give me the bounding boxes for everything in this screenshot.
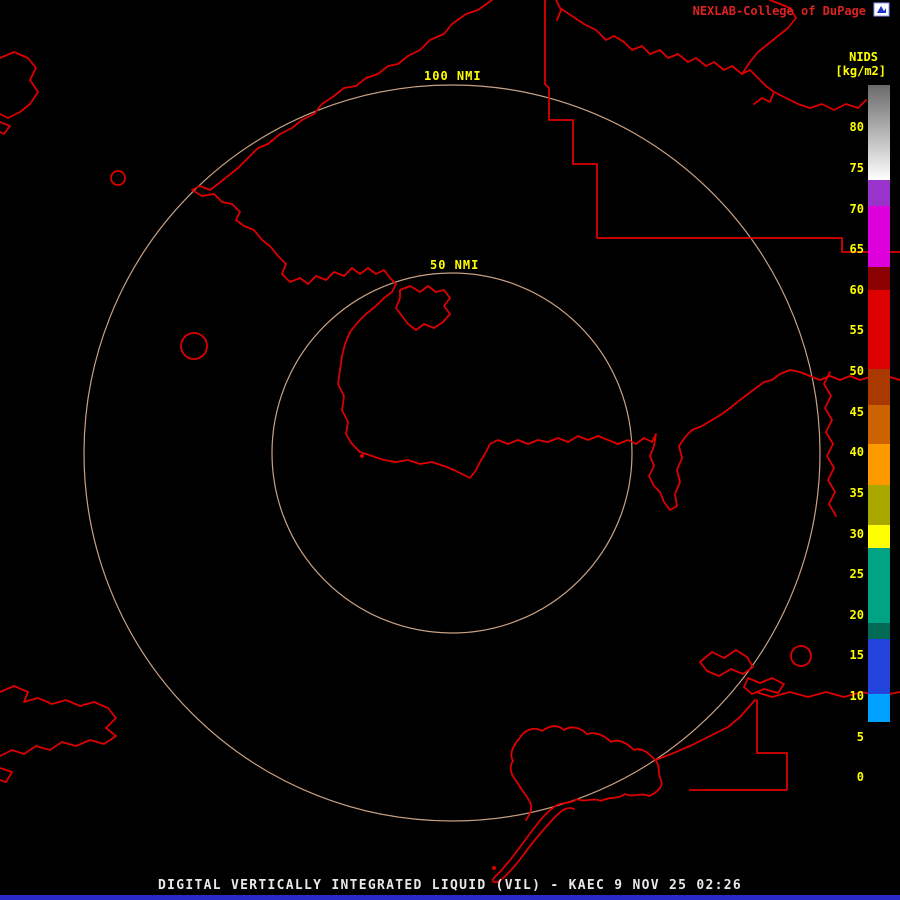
colorbar-tick-label: 10 xyxy=(849,689,864,703)
bottom-blue-bar xyxy=(0,895,900,900)
delta-northeast-shore xyxy=(654,699,756,761)
colorbar-tick-label: 0 xyxy=(856,770,864,785)
colorbar xyxy=(868,85,890,793)
colorbar-segment xyxy=(868,722,890,793)
colorbar-tick-label: 60 xyxy=(849,282,864,297)
colorbar-segment xyxy=(868,525,890,549)
delta-west-shore xyxy=(509,738,533,821)
radar-map[interactable] xyxy=(0,0,900,900)
colorbar-segment xyxy=(868,484,890,526)
colorbar-segment xyxy=(868,180,890,207)
map-dot-south xyxy=(492,866,496,870)
colorbar-title: NIDS xyxy=(849,50,878,64)
colorbar-segment xyxy=(868,85,890,181)
colorbar-tick-label: 35 xyxy=(849,485,864,500)
colorbar-tick-label: 45 xyxy=(849,404,864,419)
colorbar-tick-label: 70 xyxy=(849,201,864,216)
colorbar-segment xyxy=(868,694,890,722)
colorbar-tick-label: 80 xyxy=(849,120,864,135)
colorbar-segment xyxy=(868,206,890,267)
colorbar-tick-label: 40 xyxy=(849,445,864,460)
colorbar-tick-label: 30 xyxy=(849,526,864,541)
island-southeast-2 xyxy=(743,677,785,695)
range-ring-label-50nmi: 50 NMI xyxy=(427,258,483,272)
colorbar-segment xyxy=(868,405,890,445)
map-dot-center xyxy=(360,454,364,458)
coastline-west-blob-2 xyxy=(0,121,11,135)
colorbar-tick-label: 15 xyxy=(849,648,864,663)
brand-text: NEXLAB-College of DuPage xyxy=(692,4,866,18)
colorbar-tick-label: 75 xyxy=(849,160,864,175)
colorbar-segment xyxy=(868,267,890,290)
range-rings xyxy=(83,84,821,822)
colorbar-segment xyxy=(868,639,890,695)
delta-outline xyxy=(491,725,663,884)
coastline-west-blob-1 xyxy=(0,51,39,119)
colorbar-tick-label: 25 xyxy=(849,567,864,582)
colorbar-tick-label: 65 xyxy=(849,242,864,257)
county-border-southeast xyxy=(689,699,788,791)
colorbar-tick-label: 5 xyxy=(856,729,864,744)
colorbar-tick-label: 20 xyxy=(849,607,864,622)
product-title: DIGITAL VERTICALLY INTEGRATED LIQUID (VI… xyxy=(157,878,743,893)
colorbar-segment xyxy=(868,548,890,623)
lake-circle-southeast xyxy=(790,645,812,667)
colorbar-tick-label: 50 xyxy=(849,364,864,378)
range-ring-50nmi xyxy=(271,272,633,634)
colorbar-units: [kg/m2] xyxy=(835,64,886,78)
coastline-southwest xyxy=(0,685,117,783)
coastline-main xyxy=(191,0,900,511)
estuary-outline xyxy=(395,285,451,331)
range-ring-100nmi xyxy=(83,84,821,822)
radar-display: 100 NMI 50 NMI NEXLAB-College of DuPage … xyxy=(0,0,900,900)
lake-circle-west-large xyxy=(180,332,208,360)
island-southeast-1 xyxy=(699,649,754,677)
colorbar-segment xyxy=(868,289,890,369)
range-ring-label-100nmi: 100 NMI xyxy=(421,69,485,83)
cod-page-icon xyxy=(873,2,890,17)
coastline-northeast-3 xyxy=(773,91,867,111)
colorbar-tick-label: 55 xyxy=(849,323,864,338)
colorbar-segment xyxy=(868,368,890,406)
colorbar-segment xyxy=(868,444,890,485)
lake-circle-west-small xyxy=(110,170,126,186)
map-outlines xyxy=(0,0,900,884)
colorbar-segment xyxy=(868,622,890,640)
